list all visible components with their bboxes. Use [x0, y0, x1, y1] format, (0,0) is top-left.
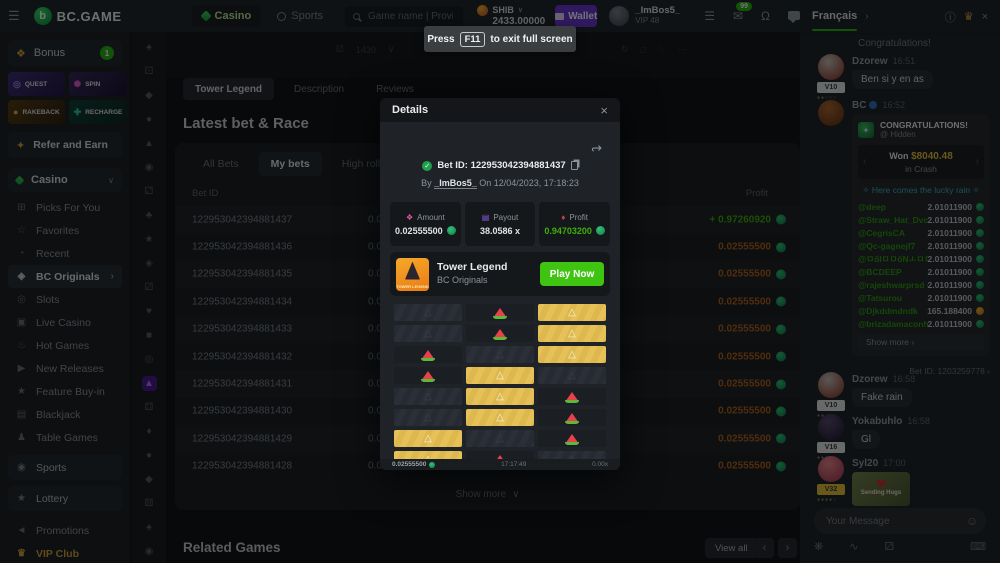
watermelon-icon — [421, 350, 435, 360]
round-multiplier: 0.00x — [592, 461, 608, 468]
tower-cell: △ — [394, 304, 462, 321]
tower-cell: △ — [466, 430, 534, 447]
triangle-icon: △ — [496, 346, 504, 363]
tower-cell: △ — [394, 430, 462, 447]
triangle-icon: △ — [424, 388, 432, 405]
copy-icon[interactable] — [571, 161, 578, 170]
profit-icon: ♦ — [561, 213, 565, 222]
tower-cell: △ — [466, 367, 534, 384]
close-icon[interactable]: × — [600, 103, 608, 118]
amount-icon: ❖ — [406, 213, 413, 222]
tower-cell: △ — [538, 388, 606, 405]
bet-details-modal: Details × ↪ ✓ Bet ID: 122953042394881437… — [380, 98, 620, 470]
coin-icon — [447, 226, 456, 235]
game-thumbnail[interactable]: TOWER LEGEND — [396, 258, 429, 291]
watermelon-icon — [493, 329, 507, 339]
tower-cell: △ — [538, 346, 606, 363]
watermelon-icon — [421, 371, 435, 381]
tower-cell: △ — [394, 367, 462, 384]
app-root: ☰ b BC.GAME Casino Sports SHIB ∨ — [0, 0, 1000, 563]
f11-key: F11 — [460, 32, 486, 47]
payout-icon: ▤ — [482, 213, 490, 222]
modal-header: Details × — [380, 98, 620, 122]
coin-icon — [596, 226, 605, 235]
bet-id-row: ✓ Bet ID: 122953042394881437 — [380, 160, 620, 171]
triangle-icon: △ — [568, 304, 576, 321]
triangle-icon: △ — [496, 367, 504, 384]
triangle-icon: △ — [424, 430, 432, 447]
round-time: 17:17:49 — [435, 461, 592, 468]
stat-amount: ❖Amount 0.02555500 — [390, 202, 461, 246]
tower-cell: △ — [466, 304, 534, 321]
tower-cell: △ — [394, 325, 462, 342]
game-provider[interactable]: BC Originals — [437, 274, 532, 287]
watermelon-icon — [565, 434, 579, 444]
tower-cell: △ — [466, 325, 534, 342]
game-footer-bar: 0.02555500 17:17:49 0.00x — [380, 459, 620, 470]
triangle-icon: △ — [568, 325, 576, 342]
tower-cell: △ — [466, 388, 534, 405]
tower-cell: △ — [538, 430, 606, 447]
triangle-icon: △ — [424, 325, 432, 342]
bet-author-row: By _ImBos5_ On 12/04/2023, 17:18:23 — [380, 178, 620, 188]
share-icon[interactable]: ↪ — [591, 140, 602, 156]
triangle-icon: △ — [568, 367, 576, 384]
triangle-icon: △ — [496, 430, 504, 447]
tower-cell: △ — [538, 304, 606, 321]
coin-icon — [429, 462, 435, 468]
triangle-icon: △ — [496, 388, 504, 405]
stat-profit: ♦Profit 0.94703200 — [539, 202, 610, 246]
tower-cell: △ — [394, 346, 462, 363]
watermelon-icon — [565, 413, 579, 423]
bet-stats: ❖Amount 0.02555500 ▤Payout 38.0586 x ♦Pr… — [390, 202, 610, 246]
triangle-icon: △ — [424, 409, 432, 426]
tower-cell: △ — [538, 367, 606, 384]
tower-cell: △ — [466, 409, 534, 426]
tower-cell: △ — [394, 409, 462, 426]
triangle-icon: △ — [568, 346, 576, 363]
tower-cell: △ — [538, 409, 606, 426]
game-title: Tower Legend — [437, 261, 532, 274]
watermelon-icon — [565, 392, 579, 402]
verified-check-icon: ✓ — [422, 161, 432, 171]
triangle-icon: △ — [424, 304, 432, 321]
tower-cell: △ — [394, 388, 462, 405]
triangle-icon: △ — [496, 409, 504, 426]
tower-cell: △ — [538, 325, 606, 342]
player-link[interactable]: _ImBos5_ — [434, 178, 477, 189]
tower-legend-grid: △ △ △ △ △ △ △ △ — [394, 304, 606, 468]
play-now-button[interactable]: Play Now — [540, 262, 604, 286]
stat-payout: ▤Payout 38.0586 x — [465, 202, 536, 246]
game-card: TOWER LEGEND Tower Legend BC Originals P… — [390, 252, 610, 296]
fullscreen-toast: Press F11 to exit full screen — [424, 26, 576, 52]
watermelon-icon — [493, 308, 507, 318]
tower-cell: △ — [466, 346, 534, 363]
modal-title: Details — [392, 104, 600, 116]
